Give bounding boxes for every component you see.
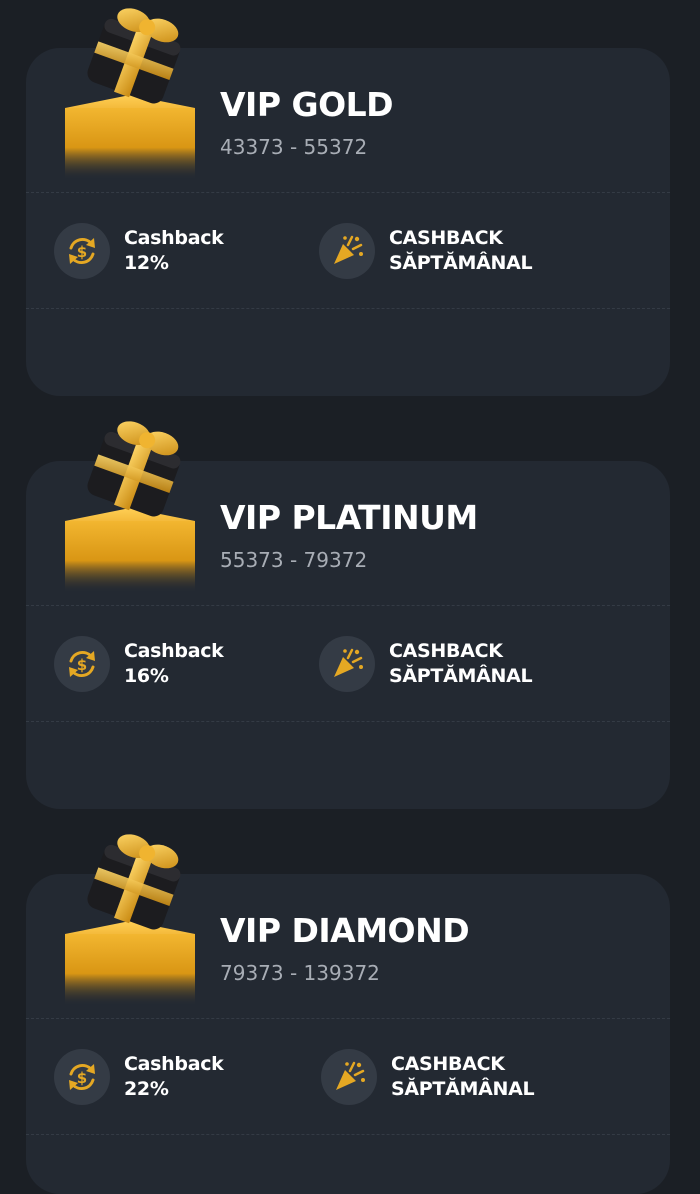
divider: [26, 1018, 670, 1019]
weekly-line-2: SĂPTĂMÂNAL: [389, 252, 533, 274]
weekly-cashback-feature: CASHBACK SĂPTĂMÂNAL: [389, 226, 533, 276]
divider: [26, 605, 670, 606]
cashback-value: 12%: [124, 252, 169, 274]
party-popper-icon: [321, 1049, 377, 1105]
gift-box-icon: [60, 826, 200, 1011]
divider: [26, 192, 670, 193]
cashback-cycle-icon: [54, 636, 110, 692]
tier-title: VIP DIAMOND: [220, 911, 470, 950]
cashback-label: Cashback: [124, 227, 224, 249]
gift-box-icon: [60, 413, 200, 598]
cashback-feature: Cashback 22%: [124, 1052, 224, 1102]
weekly-cashback-feature: CASHBACK SĂPTĂMÂNAL: [391, 1052, 535, 1102]
tier-range: 43373 - 55372: [220, 135, 368, 159]
weekly-cashback-feature: CASHBACK SĂPTĂMÂNAL: [389, 639, 533, 689]
cashback-feature: Cashback 12%: [124, 226, 224, 276]
tier-range: 79373 - 139372: [220, 961, 380, 985]
divider: [26, 1134, 670, 1135]
cashback-label: Cashback: [124, 640, 224, 662]
tier-range: 55373 - 79372: [220, 548, 368, 572]
weekly-line-1: CASHBACK: [391, 1053, 505, 1075]
cashback-feature: Cashback 16%: [124, 639, 224, 689]
tier-title: VIP GOLD: [220, 85, 394, 124]
cashback-label: Cashback: [124, 1053, 224, 1075]
weekly-line-1: CASHBACK: [389, 640, 503, 662]
cashback-value: 22%: [124, 1078, 169, 1100]
party-popper-icon: [319, 223, 375, 279]
tier-title: VIP PLATINUM: [220, 498, 478, 537]
cashback-cycle-icon: [54, 223, 110, 279]
weekly-line-1: CASHBACK: [389, 227, 503, 249]
weekly-line-2: SĂPTĂMÂNAL: [389, 665, 533, 687]
gift-box-icon: [60, 0, 200, 185]
cashback-cycle-icon: [54, 1049, 110, 1105]
party-popper-icon: [319, 636, 375, 692]
weekly-line-2: SĂPTĂMÂNAL: [391, 1078, 535, 1100]
cashback-value: 16%: [124, 665, 169, 687]
divider: [26, 721, 670, 722]
divider: [26, 308, 670, 309]
